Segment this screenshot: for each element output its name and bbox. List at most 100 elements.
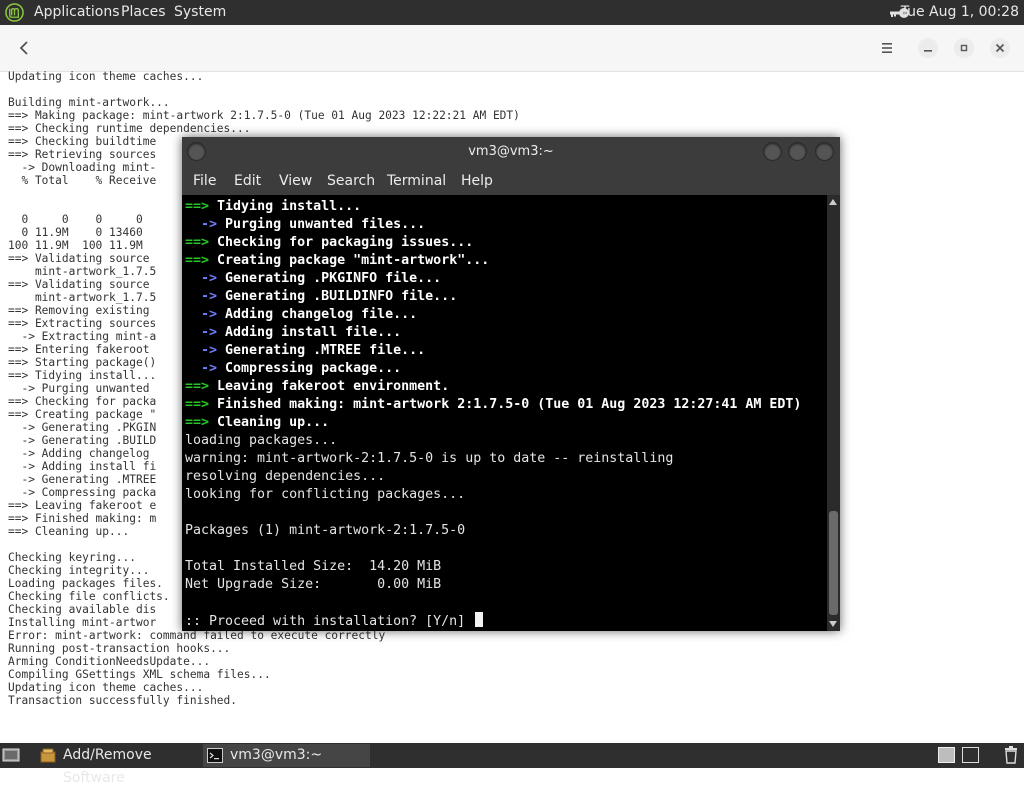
terminal-line: looking for conflicting packages... xyxy=(185,487,465,502)
minimize-icon[interactable] xyxy=(764,143,781,160)
menu-view[interactable]: View xyxy=(279,167,312,195)
log-line: -> Generating .BUILD xyxy=(8,434,157,447)
scrollbar-thumb[interactable] xyxy=(829,511,838,615)
bottom-panel: Add/Remove Software vm3@vm3:~ xyxy=(0,743,1024,786)
mint-logo-icon[interactable] xyxy=(5,3,24,22)
log-line: Updating icon theme caches... xyxy=(8,70,204,83)
terminal-line: Packages (1) mint-artwork-2:1.7.5-0 xyxy=(185,523,465,538)
log-line: ==> Removing existing xyxy=(8,304,150,317)
terminal-line: Net Upgrade Size: 0.00 MiB xyxy=(185,577,441,592)
terminal-menubar: File Edit View Search Terminal Help xyxy=(182,167,840,195)
log-line: Checking keyring... xyxy=(8,551,136,564)
terminal-line: ==> Cleaning up... xyxy=(185,415,329,430)
menu-help[interactable]: Help xyxy=(461,167,493,195)
terminal-line: -> Adding changelog file... xyxy=(185,307,417,322)
line-text: Leaving fakeroot environment. xyxy=(209,379,450,394)
places-menu[interactable]: Places xyxy=(121,0,166,25)
applications-menu[interactable]: Applications xyxy=(34,0,120,25)
log-line: Checking integrity... xyxy=(8,564,150,577)
workspace-1[interactable] xyxy=(938,747,955,763)
line-prefix: ==> xyxy=(185,199,210,214)
top-panel: Applications Places System Tue Aug 1, 00… xyxy=(0,0,1024,25)
line-prefix: -> xyxy=(185,325,218,340)
show-desktop-icon[interactable] xyxy=(2,747,20,763)
log-line: -> Adding install fi xyxy=(8,460,157,473)
line-text: Adding install file... xyxy=(217,325,402,340)
log-line: % Total % Receive xyxy=(8,174,157,187)
log-line: Transaction successfully finished. xyxy=(8,694,238,707)
log-line: -> Generating .MTREE xyxy=(8,473,157,486)
line-prefix: ==> xyxy=(185,235,210,250)
menu-edit[interactable]: Edit xyxy=(234,167,261,195)
terminal-line: ==> Leaving fakeroot environment. xyxy=(185,379,449,394)
menu-terminal[interactable]: Terminal xyxy=(387,167,446,195)
line-prefix: -> xyxy=(185,217,218,232)
window-menu-icon[interactable] xyxy=(188,143,205,160)
terminal-window[interactable]: vm3@vm3:~ File Edit View Search Terminal… xyxy=(182,137,840,631)
terminal-line: -> Purging unwanted files... xyxy=(185,217,425,232)
taskbar-item-software[interactable]: Add/Remove Software xyxy=(36,744,201,786)
trash-icon[interactable] xyxy=(1004,746,1018,764)
taskbar-item-terminal[interactable]: vm3@vm3:~ xyxy=(203,744,370,767)
line-text: Net Upgrade Size: 0.00 MiB xyxy=(185,577,442,592)
log-line: ==> Creating package " xyxy=(8,408,157,421)
line-prefix: ==> xyxy=(185,379,210,394)
log-line: 0 0 0 0 xyxy=(8,213,143,226)
line-prefix: -> xyxy=(185,361,218,376)
scroll-down-icon[interactable] xyxy=(829,621,837,627)
log-line: mint-artwork_1.7.5 xyxy=(8,291,157,304)
line-text: loading packages... xyxy=(185,433,338,448)
log-line: ==> Validating source xyxy=(8,252,150,265)
line-prefix: -> xyxy=(185,343,218,358)
line-text: Purging unwanted files... xyxy=(217,217,426,232)
log-line: ==> Checking buildtime xyxy=(8,135,157,148)
terminal-titlebar[interactable]: vm3@vm3:~ xyxy=(182,137,840,167)
clock[interactable]: Tue Aug 1, 00:28 xyxy=(901,0,1019,25)
minimize-icon[interactable] xyxy=(917,37,939,59)
close-icon[interactable] xyxy=(989,37,1011,59)
back-arrow-icon[interactable] xyxy=(14,37,34,59)
log-line: ==> Tidying install... xyxy=(8,369,157,382)
log-line: Arming ConditionNeedsUpdate... xyxy=(8,655,211,668)
log-line: Running post-transaction hooks... xyxy=(8,642,231,655)
log-line: -> Downloading mint- xyxy=(8,161,157,174)
terminal-line: ==> Creating package "mint-artwork"... xyxy=(185,253,489,268)
line-text: Generating .BUILDINFO file... xyxy=(217,289,458,304)
line-text: looking for conflicting packages... xyxy=(185,487,466,502)
line-text: warning: mint-artwork-2:1.7.5-0 is up to… xyxy=(185,451,674,466)
log-line: -> Extracting mint-a xyxy=(8,330,157,343)
log-line: -> Generating .PKGIN xyxy=(8,421,157,434)
line-text: Total Installed Size: 14.20 MiB xyxy=(185,559,442,574)
close-icon[interactable] xyxy=(816,143,833,160)
maximize-icon[interactable] xyxy=(953,37,975,59)
log-line: ==> Entering fakeroot xyxy=(8,343,150,356)
terminal-line: -> Generating .MTREE file... xyxy=(185,343,425,358)
maximize-icon[interactable] xyxy=(789,143,806,160)
terminal-line: warning: mint-artwork-2:1.7.5-0 is up to… xyxy=(185,451,673,466)
terminal-line: :: Proceed with installation? [Y/n] xyxy=(185,612,484,629)
log-line: mint-artwork_1.7.5 xyxy=(8,265,157,278)
log-line: -> Purging unwanted xyxy=(8,382,150,395)
package-icon xyxy=(40,748,56,763)
hamburger-menu-icon[interactable] xyxy=(876,37,898,59)
log-line: ==> Making package: mint-artwork 2:1.7.5… xyxy=(8,109,520,122)
terminal-line: resolving dependencies... xyxy=(185,469,385,484)
line-text: Cleaning up... xyxy=(209,415,330,430)
scroll-up-icon[interactable] xyxy=(829,199,837,205)
log-line: Compiling GSettings XML schema files... xyxy=(8,668,271,681)
menu-search[interactable]: Search xyxy=(327,167,375,195)
log-line: ==> Checking runtime dependencies... xyxy=(8,122,251,135)
line-text: :: Proceed with installation? [Y/n] xyxy=(185,614,474,629)
system-menu[interactable]: System xyxy=(174,0,226,25)
terminal-line: ==> Checking for packaging issues... xyxy=(185,235,473,250)
terminal-icon xyxy=(207,748,223,763)
terminal-scrollbar[interactable] xyxy=(827,195,840,631)
terminal-output[interactable]: ==> Tidying install... -> Purging unwant… xyxy=(185,198,801,631)
menu-file[interactable]: File xyxy=(193,167,216,195)
workspace-2[interactable] xyxy=(962,747,979,763)
terminal-line: -> Generating .BUILDINFO file... xyxy=(185,289,457,304)
log-line: Checking file conflicts. xyxy=(8,590,170,603)
log-line: Updating icon theme caches... xyxy=(8,681,204,694)
log-line: ==> Validating source xyxy=(8,278,150,291)
terminal-line: -> Generating .PKGINFO file... xyxy=(185,271,441,286)
